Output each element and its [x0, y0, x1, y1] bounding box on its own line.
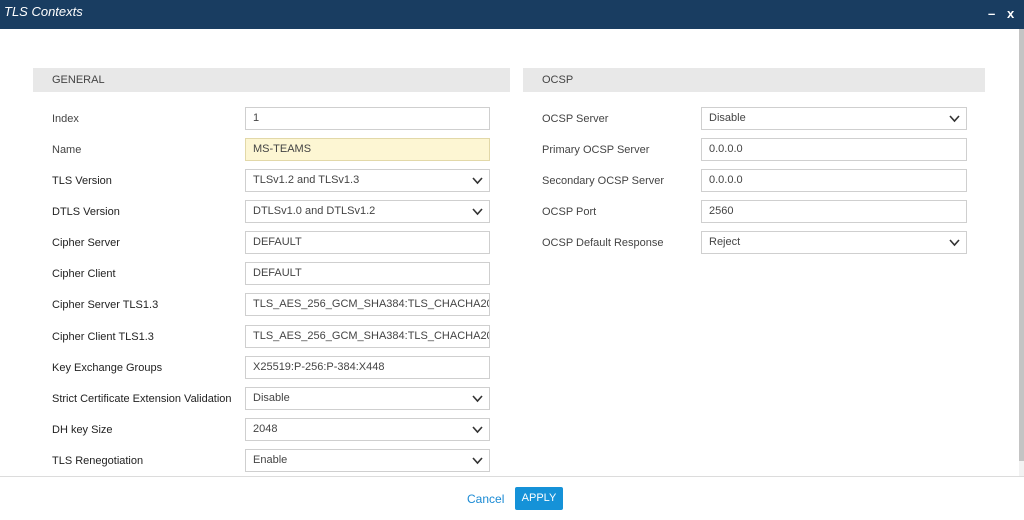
dh-key-size-select[interactable]: 2048 [245, 418, 490, 441]
primary-ocsp-server-label: Primary OCSP Server [542, 144, 650, 156]
dh-key-size-label: DH key Size [52, 424, 113, 436]
close-button[interactable]: x [1007, 6, 1014, 21]
ocsp-section-header: OCSP [523, 68, 985, 92]
scrollbar-thumb[interactable] [1019, 29, 1024, 461]
window-title: TLS Contexts [4, 4, 83, 19]
key-exchange-groups-field[interactable]: X25519:P-256:P-384:X448 [245, 356, 490, 379]
cipher-client-tls13-field[interactable]: TLS_AES_256_GCM_SHA384:TLS_CHACHA20_POI [245, 325, 490, 348]
index-field[interactable]: 1 [245, 107, 490, 130]
cipher-client-tls13-label: Cipher Client TLS1.3 [52, 331, 154, 343]
cipher-server-field[interactable]: DEFAULT [245, 231, 490, 254]
form-content: GENERAL Index 1 Name MS-TEAMS TLS Versio… [0, 29, 1019, 476]
cipher-client-field[interactable]: DEFAULT [245, 262, 490, 285]
tls-version-value: TLSv1.2 and TLSv1.3 [253, 174, 360, 186]
cipher-server-tls13-label: Cipher Server TLS1.3 [52, 299, 159, 311]
ocsp-server-label: OCSP Server [542, 113, 609, 125]
tls-version-select[interactable]: TLSv1.2 and TLSv1.3 [245, 169, 490, 192]
chevron-down-icon [472, 208, 483, 216]
cancel-button[interactable]: Cancel [467, 492, 504, 506]
tls-version-label: TLS Version [52, 175, 112, 187]
general-section-header: GENERAL [33, 68, 510, 92]
ocsp-port-field[interactable]: 2560 [701, 200, 967, 223]
key-exchange-groups-label: Key Exchange Groups [52, 362, 163, 374]
secondary-ocsp-server-label: Secondary OCSP Server [542, 175, 665, 187]
secondary-ocsp-server-field[interactable]: 0.0.0.0 [701, 169, 967, 192]
ocsp-server-select[interactable]: Disable [701, 107, 967, 130]
chevron-down-icon [472, 395, 483, 403]
tls-renegotiation-select[interactable]: Enable [245, 449, 490, 472]
chevron-down-icon [472, 426, 483, 434]
cipher-server-label: Cipher Server [52, 237, 120, 249]
strict-cert-ext-validation-label: Strict Certificate Extension Validation [52, 393, 232, 405]
vertical-scrollbar[interactable] [1019, 29, 1024, 476]
dtls-version-value: DTLSv1.0 and DTLSv1.2 [253, 205, 376, 217]
primary-ocsp-server-field[interactable]: 0.0.0.0 [701, 138, 967, 161]
minimize-button[interactable]: – [988, 6, 995, 21]
ocsp-default-response-select[interactable]: Reject [701, 231, 967, 254]
chevron-down-icon [472, 177, 483, 185]
cipher-server-tls13-field[interactable]: TLS_AES_256_GCM_SHA384:TLS_CHACHA20_POI [245, 293, 490, 316]
ocsp-port-label: OCSP Port [542, 206, 597, 218]
tls-renegotiation-label: TLS Renegotiation [52, 455, 144, 467]
ocsp-default-response-value: Reject [709, 236, 741, 248]
index-label: Index [52, 113, 79, 125]
dtls-version-select[interactable]: DTLSv1.0 and DTLSv1.2 [245, 200, 490, 223]
name-field[interactable]: MS-TEAMS [245, 138, 490, 161]
dialog-footer: Cancel APPLY [0, 476, 1024, 520]
title-bar: TLS Contexts – x [0, 0, 1024, 29]
strict-cert-ext-validation-select[interactable]: Disable [245, 387, 490, 410]
cipher-client-label: Cipher Client [52, 268, 116, 280]
dh-key-size-value: 2048 [253, 423, 278, 435]
apply-button[interactable]: APPLY [515, 487, 563, 510]
name-label: Name [52, 144, 82, 156]
ocsp-default-response-label: OCSP Default Response [542, 237, 664, 249]
chevron-down-icon [949, 115, 960, 123]
tls-renegotiation-value: Enable [253, 454, 288, 466]
chevron-down-icon [472, 457, 483, 465]
ocsp-server-value: Disable [709, 112, 746, 124]
chevron-down-icon [949, 239, 960, 247]
dtls-version-label: DTLS Version [52, 206, 120, 218]
strict-cert-ext-validation-value: Disable [253, 392, 290, 404]
